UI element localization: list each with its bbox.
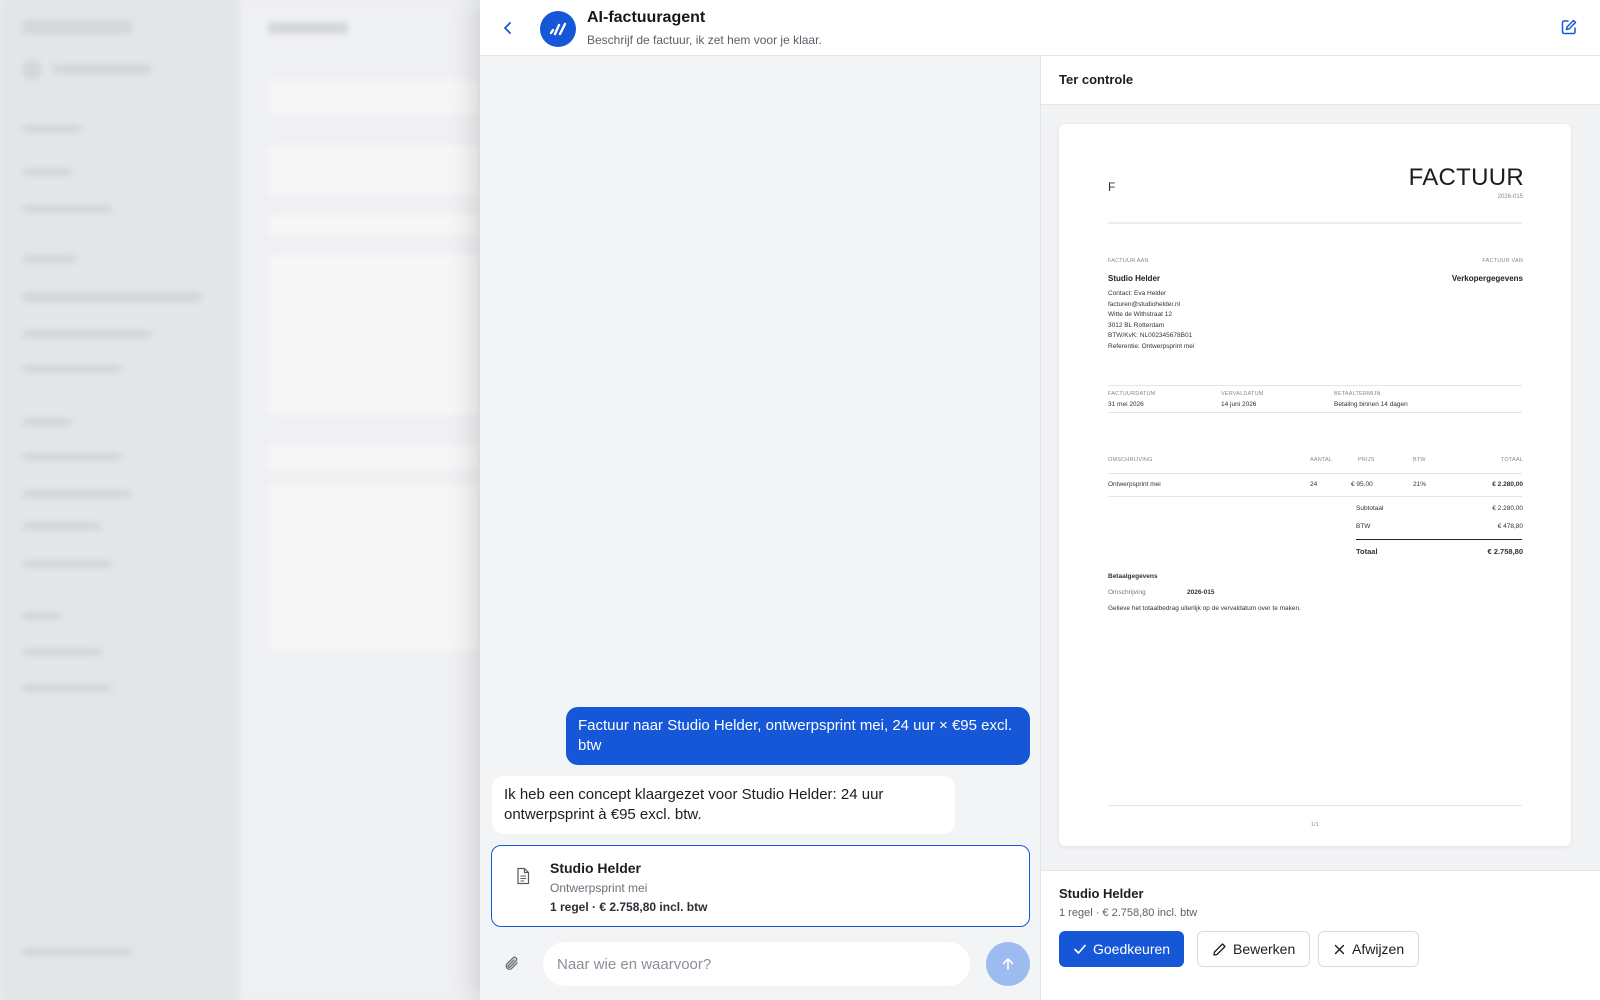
seller-details: Verkopergegevens (1451, 274, 1523, 283)
reject-button[interactable]: Afwijzen (1318, 931, 1420, 967)
pencil-icon (1213, 942, 1226, 956)
payment-note: Gelieve het totaalbedrag uiterlijk op de… (1108, 605, 1301, 612)
background-app (0, 0, 480, 1000)
edit-button[interactable]: Bewerken (1197, 931, 1311, 967)
agent-logo (540, 11, 576, 47)
payment-desc: 2026-015 (1187, 589, 1215, 596)
client-city: 3012 BL Rotterdam (1108, 321, 1165, 329)
total-value: € 2.758,80 (1487, 547, 1523, 556)
client-name: Studio Helder (1108, 274, 1161, 283)
agent-logo-icon (549, 22, 567, 36)
subtotal-value: € 2.280,00 (1492, 505, 1523, 512)
payment-title: Betaalgegevens (1108, 573, 1158, 580)
review-footer: Studio Helder 1 regel · € 2.758,80 incl.… (1041, 870, 1600, 1000)
line-description: Ontwerpsprint mei (1108, 481, 1161, 488)
chat-panel: Factuur naar Studio Helder, ontwerpsprin… (480, 56, 1040, 1000)
total-label: Totaal (1356, 547, 1378, 556)
approve-label: Goedkeuren (1093, 941, 1171, 957)
agent-message: Ik heb een concept klaargezet voor Studi… (492, 776, 955, 834)
reject-label: Afwijzen (1352, 941, 1405, 957)
dates-divider-bottom (1108, 412, 1522, 413)
page-indicator: 1/1 (1310, 822, 1320, 828)
invoice-preview: F FACTUUR 2026-015 FACTUUR AAN FACTUUR V… (1059, 124, 1571, 846)
draft-title: Studio Helder (550, 860, 642, 876)
client-street: Witte de Withstraat 12 (1108, 311, 1172, 318)
review-header: Ter controle (1041, 56, 1600, 105)
review-client: Studio Helder (1059, 886, 1144, 901)
client-reference: Referentie: Ontwerpsprint mei (1108, 342, 1195, 350)
check-icon (1074, 944, 1086, 954)
invoice-date: 31 mei 2026 (1108, 401, 1144, 408)
chat-input[interactable] (543, 942, 970, 986)
draft-subtitle: Ontwerpsprint mei (550, 881, 648, 895)
client-email: facturen@studiohelder.nl (1108, 300, 1181, 308)
edit-label: Bewerken (1233, 941, 1296, 957)
col-total: TOTAAL (1500, 457, 1523, 463)
draft-invoice-card[interactable]: Studio Helder Ontwerpsprint mei 1 regel … (491, 845, 1030, 927)
background-sidebar (0, 0, 240, 1000)
dates-divider-top (1108, 385, 1522, 386)
document-icon (517, 867, 530, 885)
drawer-header: AI-factuuragent Beschrijf de factuur, ik… (480, 0, 1600, 56)
close-icon (1334, 944, 1345, 954)
bill-from-label: FACTUUR VAN (1482, 258, 1523, 264)
client-vat: BTW/KvK: NL002345678B01 (1108, 332, 1193, 339)
table-header-divider (1108, 473, 1522, 474)
invoice-agent-drawer: AI-factuuragent Beschrijf de factuur, ik… (480, 0, 1600, 1000)
client-details: Contact: Eva Helder facturen@studiohelde… (1108, 289, 1194, 352)
paperclip-icon (505, 956, 518, 970)
bill-to-label: FACTUUR AAN (1108, 258, 1149, 264)
payment-desc-label: Omschrijving (1108, 589, 1146, 596)
col-vat: BTW (1413, 457, 1426, 463)
review-title: Ter controle (1059, 72, 1134, 87)
send-button[interactable] (986, 942, 1030, 986)
user-message: Factuur naar Studio Helder, ontwerpsprin… (566, 707, 1030, 765)
col-description: OMSCHRIJVING (1108, 457, 1153, 463)
invoice-logo: F (1108, 180, 1116, 194)
background-main (240, 0, 480, 1000)
line-vat: 21% (1413, 481, 1427, 488)
vat-label: BTW (1356, 523, 1371, 530)
client-contact: Contact: Eva Helder (1108, 290, 1167, 297)
back-button[interactable] (496, 16, 520, 40)
due-date: 14 juni 2026 (1221, 401, 1257, 408)
new-chat-button[interactable] (1560, 18, 1580, 38)
review-panel: Ter controle F FACTUUR 2026-015 FACTUUR … (1040, 56, 1600, 1000)
terms-label: BETAALTERMIJN (1334, 391, 1381, 397)
draft-meta: 1 regel · € 2.758,80 incl. btw (550, 900, 708, 914)
footer-divider (1108, 805, 1522, 806)
chevron-left-icon (504, 22, 511, 34)
line-price: € 95,00 (1351, 481, 1373, 488)
edit-square-icon (1561, 19, 1577, 35)
due-date-label: VERVALDATUM (1221, 391, 1264, 397)
line-qty: 24 (1310, 481, 1318, 488)
agent-title: AI-factuuragent (587, 9, 706, 26)
arrow-up-icon (1002, 958, 1014, 970)
agent-subtitle: Beschrijf de factuur, ik zet hem voor je… (587, 33, 822, 47)
col-qty: AANTAL (1310, 457, 1333, 463)
attach-button[interactable] (502, 954, 524, 976)
invoice-date-label: FACTUURDATUM (1108, 391, 1156, 397)
line-divider (1108, 496, 1522, 497)
payment-terms: Betaling binnen 14 dagen (1334, 401, 1408, 408)
col-price: PRIJS (1358, 457, 1375, 463)
approve-button[interactable]: Goedkeuren (1059, 931, 1185, 967)
subtotal-label: Subtotaal (1356, 505, 1384, 512)
line-total: € 2.280,00 (1492, 481, 1523, 488)
invoice-number: 2026-015 (1497, 194, 1523, 200)
review-meta: 1 regel · € 2.758,80 incl. btw (1059, 907, 1198, 919)
total-divider (1356, 539, 1522, 540)
invoice-divider (1108, 222, 1522, 224)
invoice-title: FACTUUR (1408, 164, 1524, 191)
vat-value: € 478,80 (1497, 523, 1523, 530)
